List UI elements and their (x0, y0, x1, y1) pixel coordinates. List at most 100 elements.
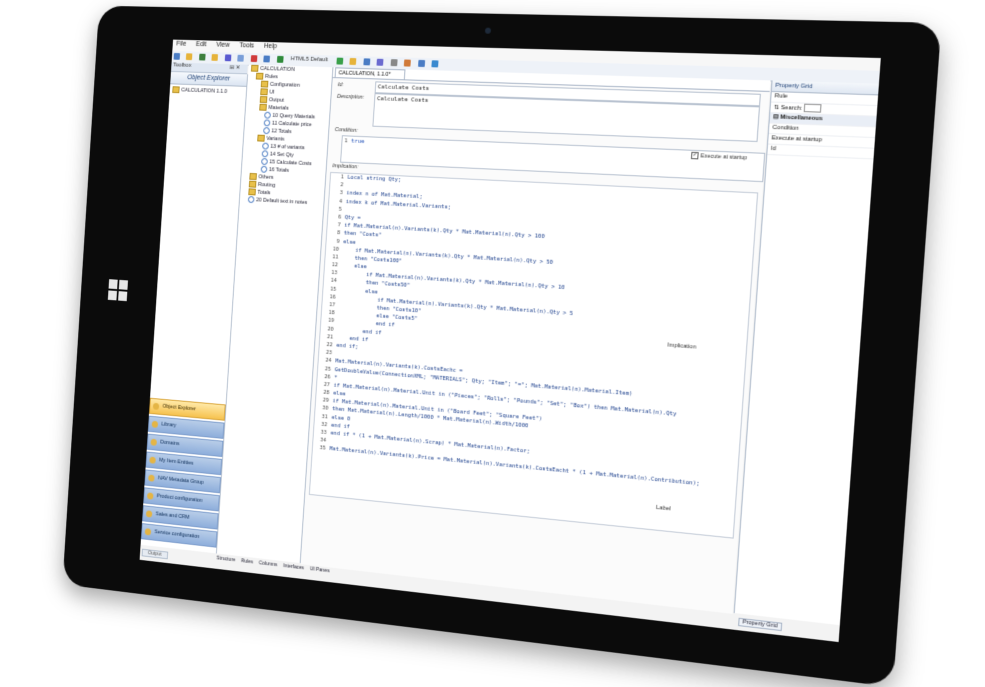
object-explorer-tree: CALCULATION 1.1.0 (170, 84, 247, 97)
tab-ui-panes[interactable]: UI Panes (310, 566, 330, 574)
menu-view[interactable]: View (216, 42, 230, 49)
tree-item-label: 14 Set Qty (270, 152, 294, 159)
folder-icon (249, 181, 257, 188)
tree-item-label: 20 Default text in notes (256, 197, 307, 206)
menu-help[interactable]: Help (264, 43, 277, 50)
build-icon[interactable] (350, 58, 357, 65)
tree-item-label: Others (258, 174, 273, 181)
menu-file[interactable]: File (176, 41, 186, 48)
explorer-icon (153, 403, 160, 410)
output-tab[interactable]: Output (142, 549, 168, 560)
tab-interfaces[interactable]: Interfaces (283, 563, 304, 571)
tree-item-label: 12 Totals (271, 128, 291, 135)
new-icon[interactable] (174, 53, 181, 60)
toolbox-title: Toolbox (173, 62, 192, 68)
search-label: Search: (781, 104, 803, 111)
tree-item-label: CALCULATION (260, 66, 295, 73)
implication-code-editor[interactable]: 1Local string Qty;23index n of Mat.Mater… (309, 172, 758, 539)
rule-icon (261, 166, 268, 173)
tree-item-label: Rules (265, 74, 278, 80)
open-icon[interactable] (186, 53, 193, 60)
property-grid-tab[interactable]: Property Grid (738, 618, 782, 631)
run-icon[interactable] (336, 58, 343, 65)
checkbox-icon: ✓ (691, 152, 699, 160)
editor-body: Id: Calculate Costs Description: Calcula… (301, 77, 770, 614)
nav-label: Domains (160, 440, 179, 448)
menu-edit[interactable]: Edit (196, 41, 207, 48)
app-window: File Edit View Tools Help HTML5 Default (140, 40, 881, 642)
debug-icon[interactable] (377, 59, 384, 66)
condition-label: Condition: (335, 127, 358, 134)
tree-item-label: 16 Totals (269, 167, 289, 174)
toolbox-close-icon[interactable]: ⊞ ✕ (229, 64, 240, 71)
object-explorer-root[interactable]: CALCULATION 1.1.0 (181, 87, 227, 94)
code-text: else 0 (331, 415, 350, 423)
rule-icon (248, 196, 255, 203)
structure-tree: CALCULATIONRules ConfigurationUIOutput Mat… (240, 65, 333, 208)
folder-icon (260, 88, 268, 95)
condition-value: true (351, 138, 365, 145)
folder-icon (260, 96, 268, 103)
folder-icon (248, 188, 256, 195)
id-label: Id: (338, 82, 344, 88)
rule-icon (263, 127, 270, 134)
tree-item-label: Totals (257, 190, 270, 196)
folder-icon[interactable] (212, 54, 219, 61)
label-side-label: Label (656, 505, 671, 513)
code-text: else (343, 239, 356, 246)
entities-icon (149, 457, 156, 464)
tree-item-label: UI (269, 90, 274, 96)
rule-icon (264, 119, 271, 126)
refresh-icon[interactable] (225, 54, 232, 61)
nav-label: Library (161, 422, 176, 429)
tree-item-label: Materials (268, 105, 289, 112)
folder-icon (249, 173, 257, 180)
function-icon[interactable] (404, 59, 411, 66)
metadata-icon (148, 474, 155, 481)
scene: File Edit View Tools Help HTML5 Default (0, 0, 985, 678)
category-label: Miscellaneous (780, 114, 823, 122)
code-text: * (334, 375, 338, 381)
tree-item-label: Output (269, 97, 284, 103)
folder-icon (257, 135, 265, 142)
check-icon[interactable] (363, 58, 370, 65)
save-icon[interactable] (199, 54, 206, 61)
library-icon (152, 421, 159, 428)
tree-item-label: Variants (266, 136, 284, 143)
table-icon[interactable] (277, 56, 284, 63)
nav-label: NAV Metadata Group (158, 475, 204, 485)
folder-icon (256, 73, 264, 80)
code-text: Qty = (345, 215, 361, 222)
search-input[interactable] (804, 104, 822, 113)
product-icon (147, 492, 153, 499)
rule-icon (261, 158, 268, 165)
tree-item-label: Configuration (270, 82, 300, 89)
nav-label: Service configuration (154, 529, 199, 540)
implication-label: Implication: (332, 163, 358, 170)
grid-icon[interactable] (263, 56, 270, 63)
code-text: Local string Qty; (347, 175, 401, 184)
rule-icon (264, 112, 271, 119)
tab-structure[interactable]: Structure (216, 555, 235, 563)
sort-icon[interactable]: ⇅ (774, 104, 780, 110)
camera-icon (485, 28, 491, 34)
navigation-pane: Object Explorer Library Domains My Item … (141, 398, 226, 550)
settings-icon[interactable] (418, 60, 425, 67)
menu-tools[interactable]: Tools (239, 42, 254, 49)
folder-icon (172, 86, 179, 93)
tablet-device: File Edit View Tools Help HTML5 Default (62, 6, 941, 687)
nav-label: My Item Entities (159, 458, 194, 467)
domains-icon (150, 439, 157, 446)
windows-logo-icon (108, 279, 128, 301)
code-text: else (333, 391, 346, 398)
font-icon[interactable] (390, 59, 397, 66)
folder-icon (261, 81, 269, 88)
tab-rules[interactable]: Rules (241, 558, 253, 565)
tab-columns[interactable]: Columns (259, 560, 278, 568)
help-icon[interactable] (431, 60, 438, 67)
delete-icon[interactable] (250, 55, 257, 62)
theme-select[interactable]: HTML5 Default (291, 56, 328, 63)
rule-icon (262, 150, 269, 157)
nav-label: Product configuration (157, 493, 203, 504)
copy-icon[interactable] (237, 55, 244, 62)
